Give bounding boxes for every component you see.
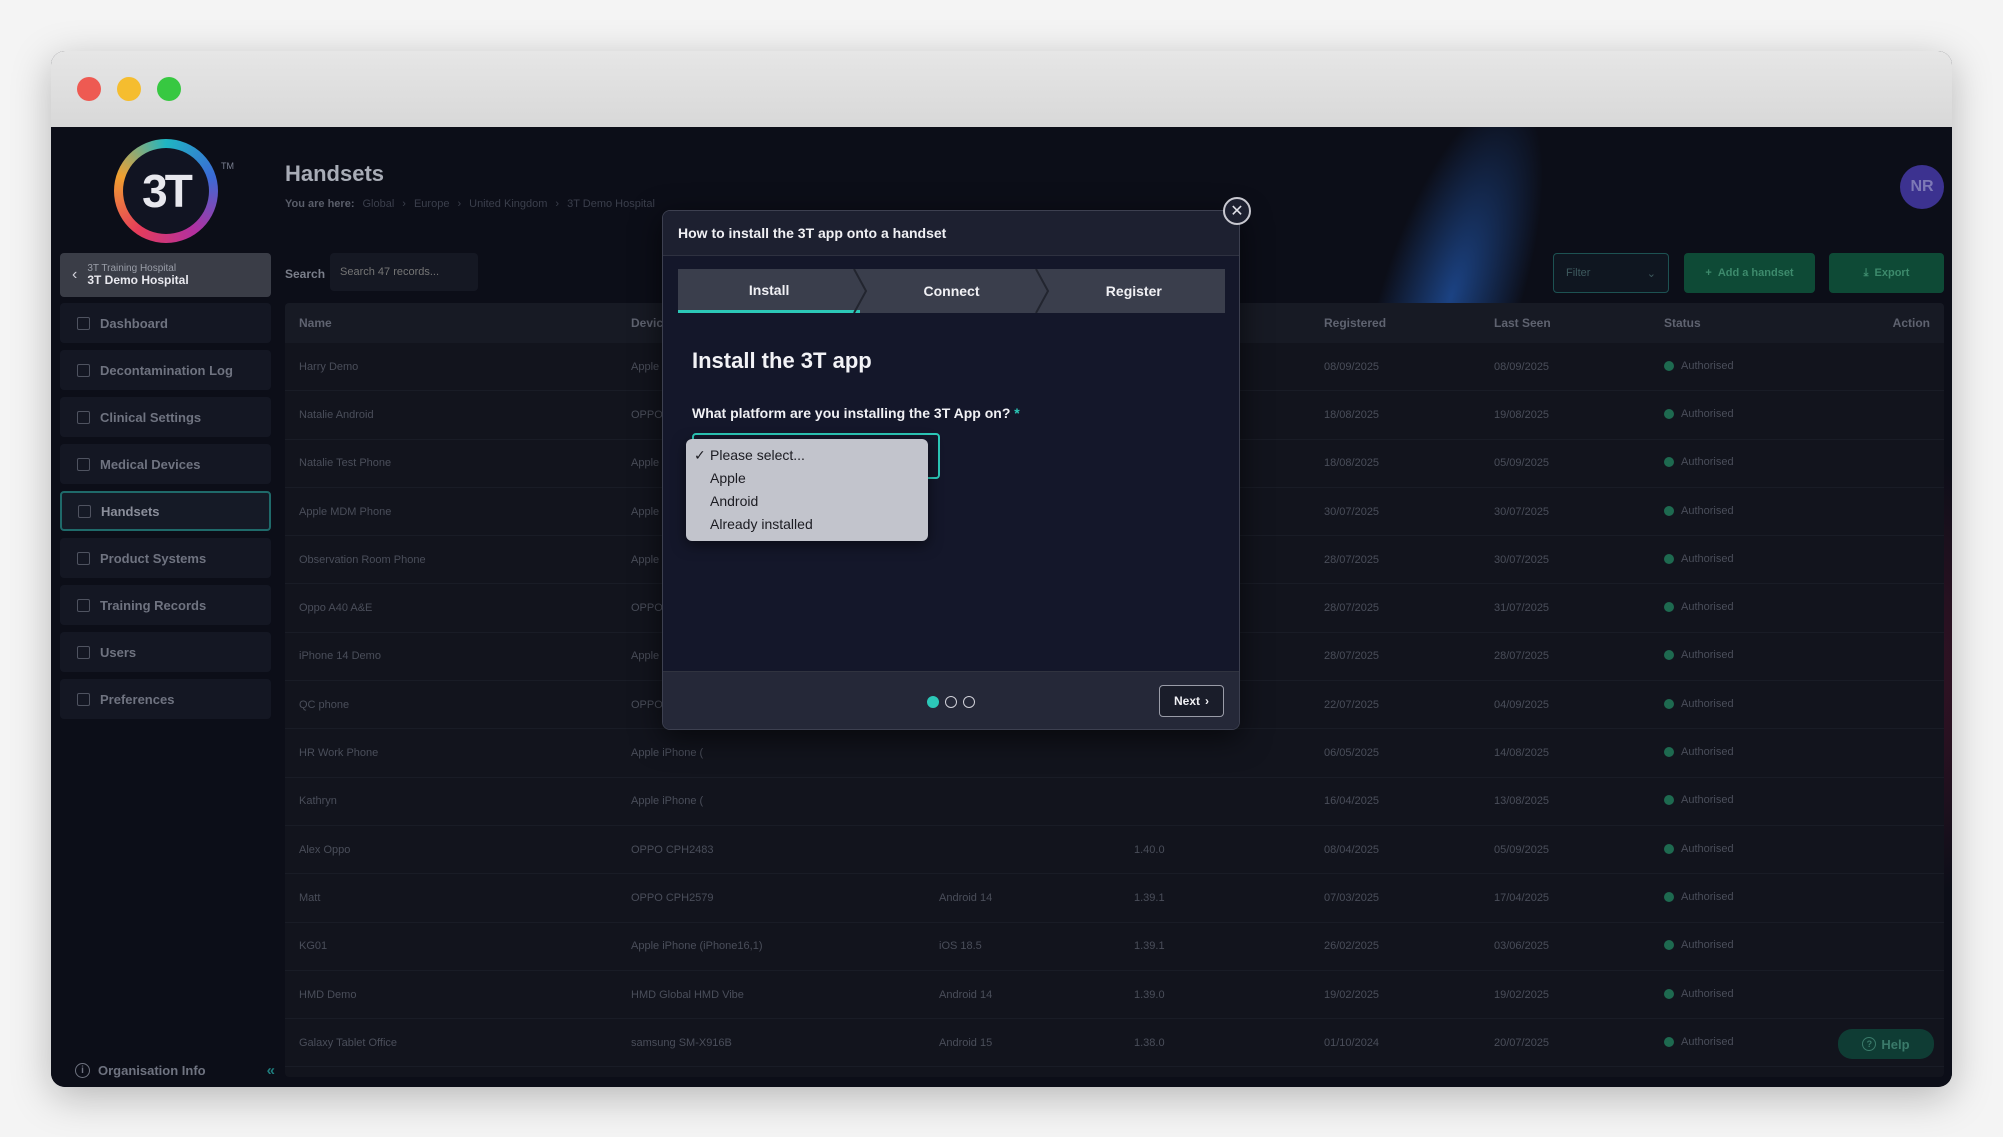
platform-question-label: What platform are you installing the 3T … bbox=[692, 405, 1020, 421]
tab-connect[interactable]: Connect bbox=[860, 269, 1042, 313]
close-modal-button[interactable]: ✕ bbox=[1223, 197, 1251, 225]
tab-register[interactable]: Register bbox=[1043, 269, 1225, 313]
platform-dropdown-list: ✓ Please select... Apple Android Already … bbox=[686, 439, 928, 541]
check-icon: ✓ bbox=[694, 447, 706, 463]
option-apple[interactable]: Apple bbox=[686, 467, 928, 490]
window-titlebar bbox=[51, 51, 1952, 127]
option-please-select[interactable]: ✓ Please select... bbox=[686, 444, 928, 467]
step-heading: Install the 3T app bbox=[692, 348, 872, 373]
maximize-window-button[interactable] bbox=[157, 77, 181, 101]
required-indicator: * bbox=[1014, 405, 1020, 421]
install-modal: How to install the 3T app onto a handset… bbox=[662, 210, 1240, 730]
tab-install[interactable]: Install bbox=[678, 269, 861, 313]
modal-footer: Next › bbox=[663, 671, 1239, 729]
modal-title: How to install the 3T app onto a handset bbox=[663, 211, 1239, 256]
pager-dot-1[interactable] bbox=[927, 696, 939, 708]
step-pager bbox=[927, 696, 975, 708]
step-separator-icon bbox=[853, 269, 868, 313]
step-separator-icon bbox=[1035, 269, 1050, 313]
close-window-button[interactable] bbox=[77, 77, 101, 101]
chevron-right-icon: › bbox=[1205, 694, 1209, 708]
option-android[interactable]: Android bbox=[686, 490, 928, 513]
step-tabs: Install Connect Register bbox=[678, 269, 1225, 313]
option-already-installed[interactable]: Already installed bbox=[686, 513, 928, 536]
pager-dot-2[interactable] bbox=[945, 696, 957, 708]
next-button[interactable]: Next › bbox=[1159, 685, 1224, 717]
minimize-window-button[interactable] bbox=[117, 77, 141, 101]
pager-dot-3[interactable] bbox=[963, 696, 975, 708]
